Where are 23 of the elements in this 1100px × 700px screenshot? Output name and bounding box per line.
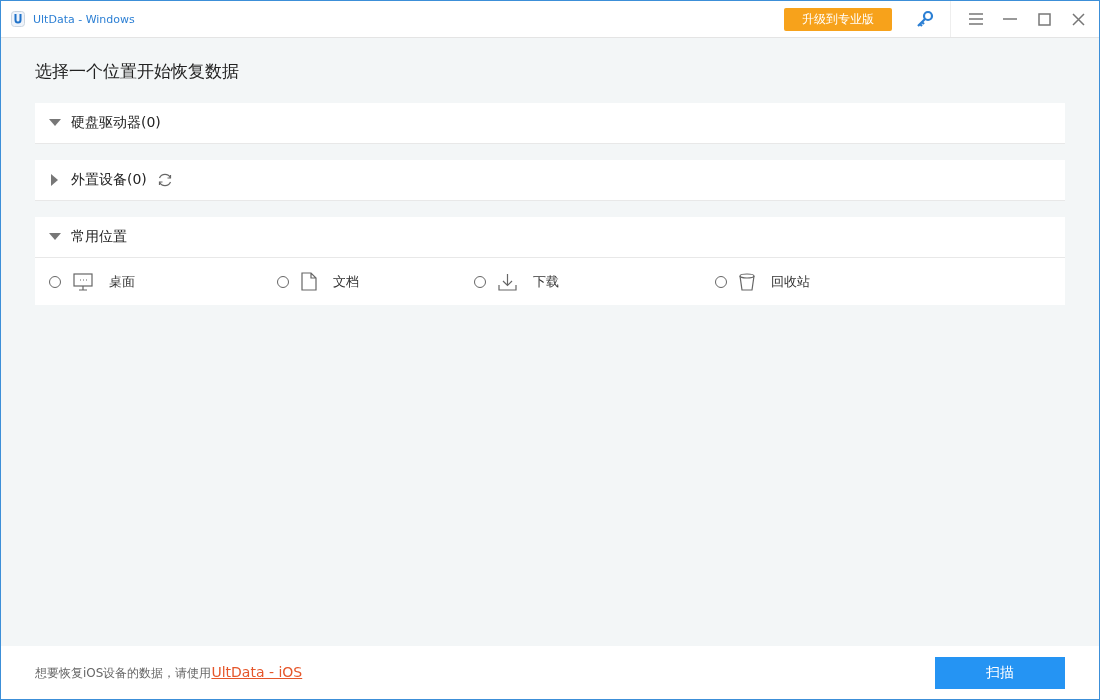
section-label: 硬盘驱动器(0)	[71, 114, 161, 132]
monitor-icon	[73, 272, 93, 291]
document-icon	[301, 272, 317, 291]
section-label: 外置设备(0)	[71, 171, 147, 189]
download-icon	[498, 272, 517, 291]
section-header[interactable]: 外置设备(0)	[35, 160, 1065, 201]
section-header[interactable]: 硬盘驱动器(0)	[35, 103, 1065, 144]
app-logo-icon	[11, 11, 25, 27]
section-header[interactable]: 常用位置	[35, 217, 1065, 258]
location-label: 回收站	[771, 272, 810, 291]
location-label: 文档	[333, 272, 359, 291]
ultdata-ios-link[interactable]: UltData - iOS	[211, 663, 303, 680]
caret-right-icon[interactable]	[51, 174, 59, 186]
section-label: 常用位置	[71, 228, 127, 246]
location-label: 下载	[533, 272, 559, 291]
trash-bin-icon	[739, 272, 755, 291]
caret-down-icon[interactable]	[49, 233, 61, 241]
footer-text: 想要恢复iOS设备的数据，请使用	[35, 664, 212, 682]
location-label: 桌面	[109, 272, 135, 291]
refresh-icon[interactable]	[156, 172, 173, 188]
page-heading: 选择一个位置开始恢复数据	[35, 60, 240, 83]
window-title: UltData - Windows	[33, 12, 136, 26]
caret-down-icon[interactable]	[49, 119, 61, 127]
